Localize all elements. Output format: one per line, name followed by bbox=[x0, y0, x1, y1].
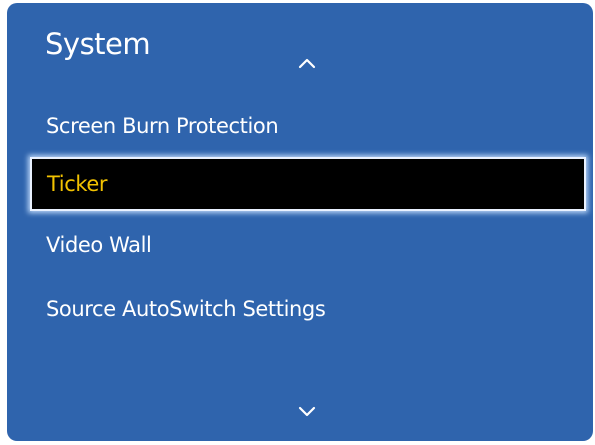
menu-item-screen-burn-protection[interactable]: Screen Burn Protection bbox=[7, 100, 593, 152]
system-menu-panel: System Screen Burn Protection Ticker Vid… bbox=[7, 3, 593, 441]
menu-item-ticker[interactable]: Ticker bbox=[30, 157, 586, 211]
chevron-down-icon[interactable] bbox=[297, 405, 317, 419]
menu-item-video-wall[interactable]: Video Wall bbox=[7, 219, 593, 271]
chevron-up-icon[interactable] bbox=[297, 56, 317, 70]
menu-title: System bbox=[45, 27, 151, 61]
menu-item-source-autoswitch-settings[interactable]: Source AutoSwitch Settings bbox=[7, 283, 593, 335]
